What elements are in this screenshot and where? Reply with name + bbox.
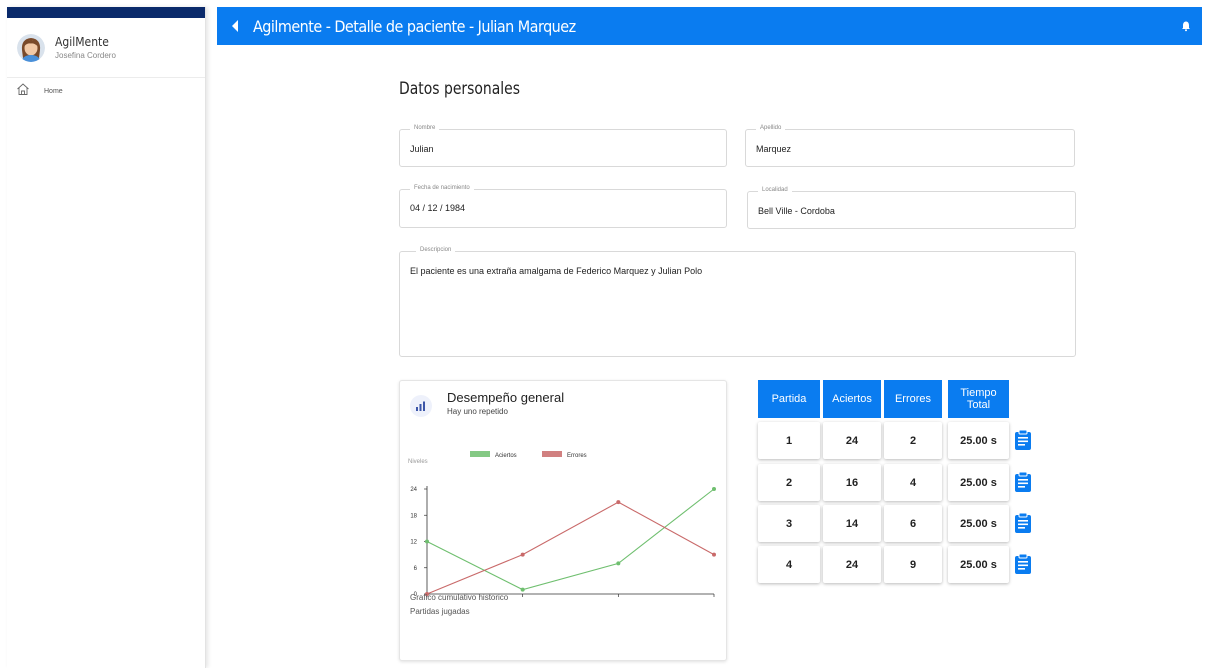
sidebar-item-home[interactable]: Home [7, 78, 205, 104]
user-name: Josefina Cordero [55, 51, 116, 60]
page-top-strip [0, 0, 1209, 7]
nombre-field[interactable]: Nombre Julian [399, 125, 727, 167]
cell-partida: 2 [758, 464, 820, 501]
section-title: Datos personales [399, 79, 521, 99]
data-point-errores [712, 552, 716, 557]
y-tick-label: 24 [410, 487, 417, 493]
home-icon [16, 82, 30, 101]
chart-caption-secondary: Partidas jugadas [410, 607, 470, 616]
localidad-field[interactable]: Localidad Bell Ville - Cordoba [747, 187, 1076, 229]
bar-chart-icon [410, 395, 432, 417]
cell-tiempo-total: 25.00 s [948, 464, 1009, 501]
cell-errores: 6 [884, 505, 942, 542]
back-arrow-icon [232, 20, 238, 32]
series-line-errores [426, 501, 715, 595]
cell-errores: 2 [884, 422, 942, 459]
back-button[interactable] [220, 7, 250, 45]
header-aciertos: Aciertos [823, 380, 881, 418]
cell-aciertos: 24 [823, 546, 881, 583]
legend-label: Errores [567, 453, 587, 459]
sidebar-item-label: Home [44, 87, 63, 95]
cell-partida: 1 [758, 422, 820, 459]
series-line-aciertos [426, 488, 715, 591]
chart-caption: Grafico cumulativo historico [410, 593, 509, 602]
avatar[interactable] [17, 33, 45, 62]
card-title: Desempeño general [447, 390, 565, 405]
fecha-nacimiento-field[interactable]: Fecha de nacimiento 04 / 12 / 1984 [399, 185, 727, 228]
clipboard-icon[interactable] [1013, 553, 1033, 575]
data-point-aciertos [520, 587, 525, 592]
data-point-errores [616, 500, 621, 505]
y-tick-label: 6 [414, 566, 418, 572]
data-point-aciertos [425, 539, 429, 544]
cell-tiempo-total: 25.00 s [948, 505, 1009, 542]
notifications-bell-icon[interactable] [1178, 18, 1194, 34]
data-point-aciertos [712, 487, 716, 491]
performance-line-chart: AciertosErroresNivelesPartidas0612182401… [408, 451, 716, 598]
cell-tiempo-total: 25.00 s [948, 546, 1009, 583]
cell-aciertos: 24 [823, 422, 881, 459]
header-tiempo-total: Tiempo Total [948, 380, 1009, 418]
apellido-value: Marquez [756, 144, 792, 154]
nombre-value: Julian [410, 144, 434, 154]
sidebar: AgilMente Josefina Cordero Home [7, 7, 206, 668]
descripcion-label: Descripcion [416, 247, 456, 253]
page-title: Agilmente - Detalle de paciente - Julian… [253, 16, 576, 36]
apellido-label: Apellido [756, 125, 786, 131]
legend-swatch [542, 451, 562, 457]
cell-partida: 3 [758, 505, 820, 542]
clipboard-icon[interactable] [1013, 471, 1033, 493]
cell-errores: 9 [884, 546, 942, 583]
card-subtitle: Hay uno repetido [447, 407, 508, 416]
app-header: Agilmente - Detalle de paciente - Julian… [217, 7, 1202, 45]
y-tick-label: 18 [410, 513, 417, 519]
apellido-field[interactable]: Apellido Marquez [745, 125, 1075, 167]
app-name: AgilMente [55, 35, 109, 49]
user-profile: AgilMente Josefina Cordero [7, 18, 205, 78]
data-point-errores [520, 552, 525, 557]
y-axis-label: Niveles [408, 459, 428, 465]
sidebar-topbar [7, 7, 205, 18]
fecha-nacimiento-value: 04 / 12 / 1984 [410, 203, 466, 213]
localidad-label: Localidad [758, 187, 792, 193]
localidad-value: Bell Ville - Cordoba [758, 206, 835, 216]
cell-aciertos: 14 [823, 505, 881, 542]
main-content: Datos personales Nombre Julian Apellido … [217, 45, 1202, 668]
cell-errores: 4 [884, 464, 942, 501]
cell-aciertos: 16 [823, 464, 881, 501]
cell-partida: 4 [758, 546, 820, 583]
performance-card: Desempeño general Hay uno repetido Acier… [399, 380, 727, 661]
y-tick-label: 12 [410, 540, 417, 546]
header-errores: Errores [884, 380, 942, 418]
header-partida: Partida [758, 380, 820, 418]
legend-label: Aciertos [495, 453, 517, 459]
descripcion-value: El paciente es una extraña amalgama de F… [410, 266, 703, 276]
legend-swatch [470, 451, 490, 457]
descripcion-field[interactable]: Descripcion El paciente es una extraña a… [399, 247, 1076, 357]
nombre-label: Nombre [410, 125, 440, 131]
data-point-aciertos [616, 561, 621, 566]
clipboard-icon[interactable] [1013, 512, 1033, 534]
clipboard-icon[interactable] [1013, 429, 1033, 451]
cell-tiempo-total: 25.00 s [948, 422, 1009, 459]
fecha-nacimiento-label: Fecha de nacimiento [410, 185, 474, 191]
